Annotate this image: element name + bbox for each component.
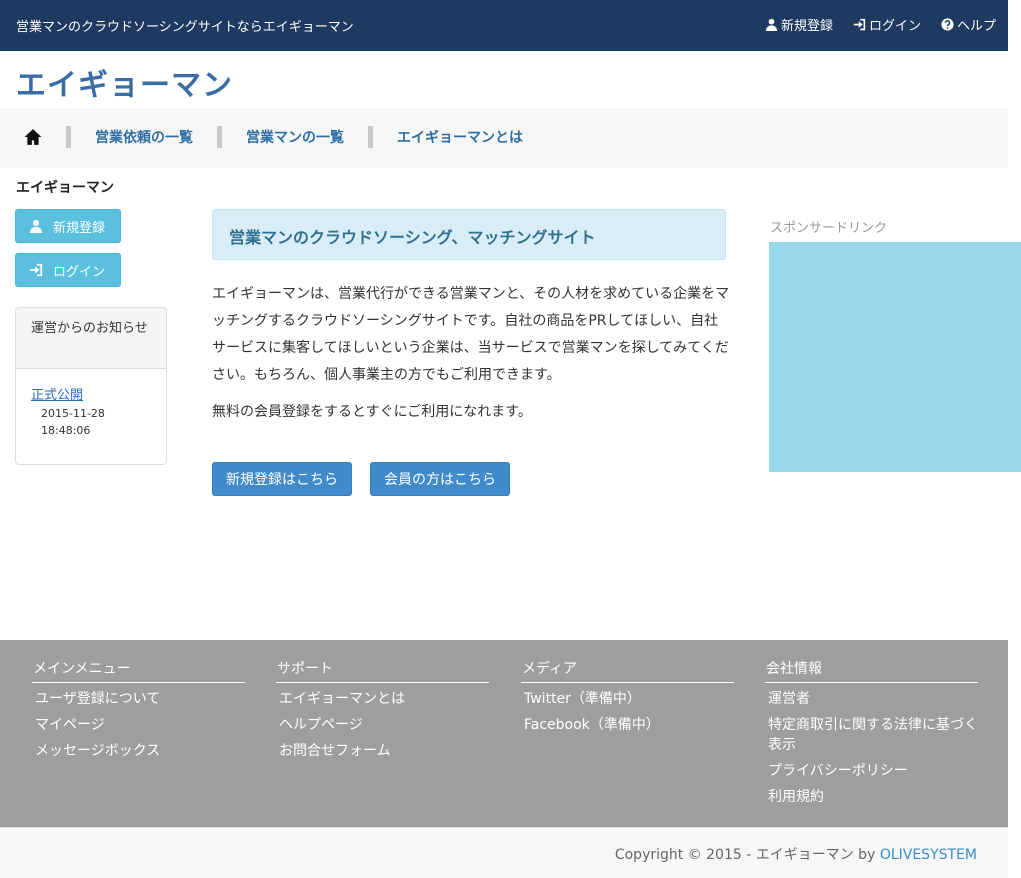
nav-register-label: 新規登録: [780, 19, 833, 34]
footer-link[interactable]: 運営者: [765, 689, 978, 709]
menu-item-requests[interactable]: 営業依頼の一覧: [95, 127, 193, 147]
nav-help-link[interactable]: ヘルプ: [941, 15, 996, 34]
notice-link[interactable]: 正式公開: [31, 388, 83, 403]
menu-item-salesmen[interactable]: 営業マンの一覧: [246, 127, 344, 147]
footer-column-title: サポート: [276, 658, 489, 683]
notice-date: 2015-11-28 18:48:06: [31, 405, 151, 439]
footer-column-main: メインメニュー ユーザ登録について マイページ メッセージボックス: [32, 658, 245, 767]
sponsor-ad[interactable]: [769, 242, 1021, 472]
member-login-button[interactable]: 会員の方はこちら: [370, 462, 510, 496]
main-menu: 営業依頼の一覧 営業マンの一覧 エイギョーマンとは: [0, 108, 1008, 168]
nav-login-link[interactable]: ログイン: [853, 15, 921, 34]
footer-link[interactable]: ユーザ登録について: [32, 689, 245, 709]
company-link[interactable]: OLIVESYSTEM: [880, 847, 977, 863]
top-navbar: 営業マンのクラウドソーシングサイトならエイギョーマン 新規登録 ログイン ヘルプ: [0, 0, 1008, 51]
top-nav: 新規登録 ログイン ヘルプ: [765, 15, 996, 34]
copyright-bar: Copyright © 2015 - エイギョーマン by OLIVESYSTE…: [0, 827, 1008, 878]
footer-column-company: 会社情報 運営者 特定商取引に関する法律に基づく表示 プライバシーポリシー 利用…: [765, 658, 978, 813]
footer-column-title: メディア: [521, 658, 734, 683]
footer-link[interactable]: お問合せフォーム: [276, 741, 489, 761]
intro-text: エイギョーマンは、営業代行ができる営業マンと、その人材を求めている企業をマッチン…: [212, 281, 732, 426]
menu-item-about[interactable]: エイギョーマンとは: [397, 127, 523, 147]
footer-link[interactable]: エイギョーマンとは: [276, 689, 489, 709]
footer-link[interactable]: プライバシーポリシー: [765, 761, 978, 781]
sidebar-login-button[interactable]: ログイン: [15, 253, 121, 287]
nav-login-label: ログイン: [868, 19, 921, 34]
home-icon[interactable]: [24, 128, 42, 146]
signup-note: 無料の会員登録をするとすぐにご利用になれます。: [212, 404, 532, 420]
login-icon: [853, 18, 866, 31]
footer-link[interactable]: 利用規約: [765, 787, 978, 807]
user-icon: [29, 219, 43, 233]
footer-link[interactable]: Twitter（準備中）: [521, 689, 734, 709]
user-icon: [765, 18, 778, 31]
notice-date-day: 2015-11-28: [41, 407, 105, 420]
sidebar-register-button[interactable]: 新規登録: [15, 209, 121, 243]
site-tagline: 営業マンのクラウドソーシングサイトならエイギョーマン: [16, 20, 354, 35]
notice-title: 運営からのお知らせ: [16, 308, 166, 369]
footer-column-media: メディア Twitter（準備中） Facebook（準備中）: [521, 658, 734, 741]
help-icon: [941, 18, 954, 31]
footer-link[interactable]: マイページ: [32, 715, 245, 735]
footer-column-title: メインメニュー: [32, 658, 245, 683]
footer-link[interactable]: メッセージボックス: [32, 741, 245, 761]
copyright-text: Copyright © 2015 - エイギョーマン by OLIVESYSTE…: [615, 844, 977, 864]
menu-divider: [217, 126, 222, 148]
menu-divider: [66, 126, 71, 148]
nav-register-link[interactable]: 新規登録: [765, 15, 833, 34]
site-logo[interactable]: エイギョーマン: [16, 60, 233, 104]
footer-column-title: 会社情報: [765, 658, 978, 683]
intro-paragraph: エイギョーマンは、営業代行ができる営業マンと、その人材を求めている企業をマッチン…: [212, 286, 730, 383]
footer-link[interactable]: ヘルプページ: [276, 715, 489, 735]
intro-alert: 営業マンのクラウドソーシング、マッチングサイト: [212, 209, 726, 260]
footer-link[interactable]: 特定商取引に関する法律に基づく表示: [765, 715, 978, 755]
menu-divider: [368, 126, 373, 148]
copyright-label: Copyright © 2015 - エイギョーマン by: [614, 847, 880, 863]
breadcrumb: エイギョーマン: [16, 180, 114, 196]
footer-column-support: サポート エイギョーマンとは ヘルプページ お問合せフォーム: [276, 658, 489, 767]
footer: メインメニュー ユーザ登録について マイページ メッセージボックス サポート エ…: [0, 640, 1008, 827]
nav-help-label: ヘルプ: [956, 19, 996, 34]
login-icon: [29, 263, 43, 277]
notice-panel: 運営からのお知らせ 正式公開 2015-11-28 18:48:06: [15, 307, 167, 465]
register-button[interactable]: 新規登録はこちら: [212, 462, 352, 496]
sidebar-login-label: ログイン: [53, 264, 106, 280]
sponsor-label: スポンサードリンク: [770, 221, 888, 236]
notice-date-time: 18:48:06: [41, 424, 91, 437]
footer-link[interactable]: Facebook（準備中）: [521, 715, 734, 735]
sidebar-register-label: 新規登録: [53, 220, 106, 236]
